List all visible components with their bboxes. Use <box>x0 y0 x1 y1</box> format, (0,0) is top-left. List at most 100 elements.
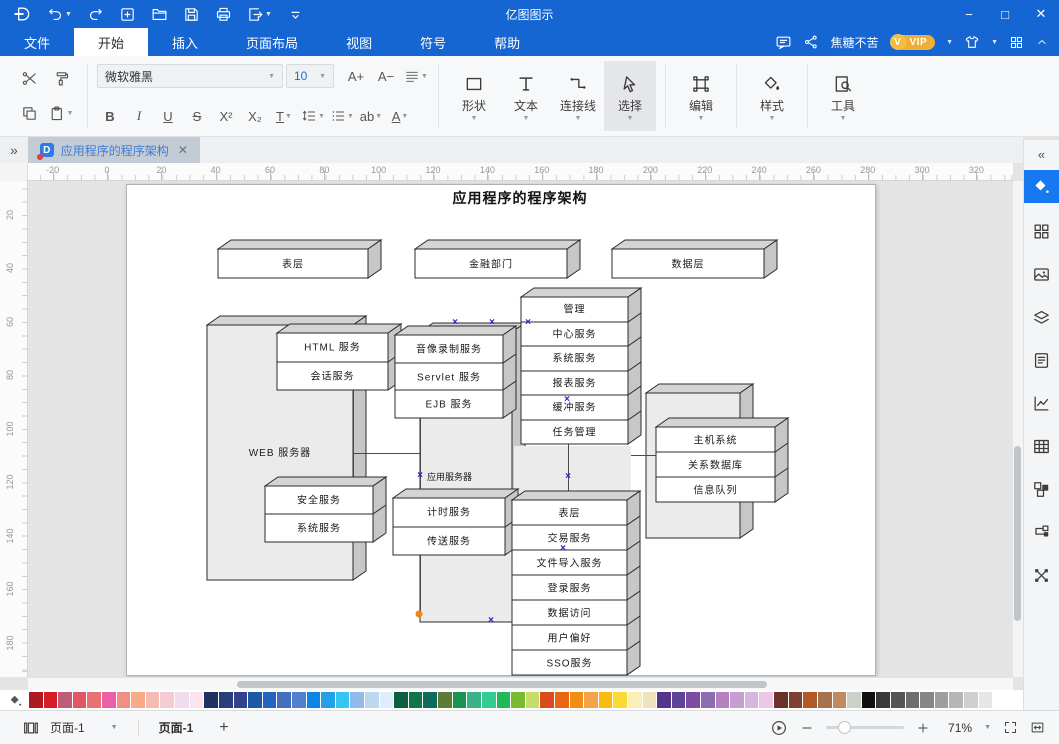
color-swatch[interactable] <box>511 692 525 708</box>
diagram-shape-tier-presentation[interactable]: 表层 <box>217 239 382 279</box>
color-swatch[interactable] <box>277 692 291 708</box>
color-swatch[interactable] <box>920 692 934 708</box>
panel-building-blocks[interactable] <box>1027 474 1057 504</box>
color-swatch[interactable] <box>964 692 978 708</box>
italic-button[interactable]: I <box>126 103 152 129</box>
color-swatch[interactable] <box>526 692 540 708</box>
account-caret-icon[interactable]: ▼ <box>946 39 953 46</box>
pages-panel-icon[interactable] <box>22 719 40 737</box>
color-swatch[interactable] <box>643 692 657 708</box>
tools-tool-button[interactable]: 工具▼ <box>817 61 869 131</box>
panel-symbol-library[interactable] <box>1027 216 1057 246</box>
minus-icon[interactable] <box>800 721 814 735</box>
color-swatch[interactable] <box>570 692 584 708</box>
color-swatch[interactable] <box>219 692 233 708</box>
color-swatch[interactable] <box>438 692 452 708</box>
font-family-select[interactable]: 微软雅黑▼ <box>97 64 283 88</box>
redo-button[interactable] <box>87 6 104 23</box>
color-swatch[interactable] <box>774 692 788 708</box>
font-color-button[interactable]: A▼ <box>387 103 413 129</box>
diagram-shape-timer-stack[interactable]: 计时服务传送服务 <box>392 488 519 556</box>
zoom-out-icon[interactable] <box>800 721 814 735</box>
pages-panel-icon[interactable] <box>22 719 40 737</box>
collapse-ribbon-icon[interactable] <box>1035 35 1049 49</box>
diagram-shape-host-stack[interactable]: 主机系统关系数据库信息队列 <box>655 417 789 503</box>
export-icon[interactable] <box>247 6 264 23</box>
diagram-shape-security-stack[interactable]: 安全服务系统服务 <box>264 476 387 543</box>
style-tool-button[interactable]: 样式▼ <box>746 61 798 131</box>
print-button[interactable] <box>215 6 232 23</box>
color-swatch[interactable] <box>862 692 876 708</box>
color-swatch[interactable] <box>160 692 174 708</box>
select-tool-button[interactable]: 选择▼ <box>604 61 656 131</box>
color-swatch[interactable] <box>745 692 759 708</box>
vertical-scrollbar[interactable] <box>1013 181 1023 677</box>
color-swatch[interactable] <box>833 692 847 708</box>
color-swatch[interactable] <box>409 692 423 708</box>
connector-endpoint-handle[interactable] <box>416 611 423 618</box>
decrease-font-button[interactable]: A− <box>373 63 399 89</box>
open-folder-icon[interactable] <box>151 6 168 23</box>
format-painter-button[interactable] <box>48 66 74 92</box>
diagram-shape-html-stack[interactable]: HTML 服务会话服务 <box>276 323 402 391</box>
fill-color-icon[interactable] <box>8 693 23 708</box>
diagram-shape-portal-stack[interactable]: 表层交易服务文件导入服务登录服务数据访问用户偏好SSO服务 <box>511 490 641 676</box>
color-swatch[interactable] <box>131 692 145 708</box>
color-swatch[interactable] <box>190 692 204 708</box>
fullscreen-icon[interactable] <box>1003 720 1018 735</box>
color-swatch[interactable] <box>993 692 1007 708</box>
color-swatch[interactable] <box>584 692 598 708</box>
horizontal-scrollbar[interactable] <box>28 677 1013 690</box>
color-swatch[interactable] <box>423 692 437 708</box>
color-swatch[interactable] <box>380 692 394 708</box>
diagram-shape-tier-data[interactable]: 数据层 <box>611 239 778 279</box>
apps-grid-icon[interactable] <box>1009 35 1024 50</box>
print-icon[interactable] <box>215 6 232 23</box>
color-swatch[interactable] <box>292 692 306 708</box>
color-swatch[interactable] <box>117 692 131 708</box>
menu-tab-帮助[interactable]: 帮助 <box>470 28 544 56</box>
align-text-button[interactable]: ▼ <box>403 63 429 89</box>
menu-tab-开始[interactable]: 开始 <box>74 28 148 56</box>
color-swatch[interactable] <box>307 692 321 708</box>
shape-tool-button[interactable]: 形状▼ <box>448 61 500 131</box>
page-selector[interactable]: 页面-1▼ <box>50 719 118 736</box>
color-swatch[interactable] <box>58 692 72 708</box>
text-tool-button[interactable]: 文本▼ <box>500 61 552 131</box>
fullscreen-icon[interactable] <box>1003 720 1018 735</box>
panel-connection-nodes[interactable] <box>1027 560 1057 590</box>
color-swatch[interactable] <box>87 692 101 708</box>
scrollbar-thumb[interactable] <box>237 681 767 688</box>
color-swatch[interactable] <box>730 692 744 708</box>
color-swatch[interactable] <box>321 692 335 708</box>
collapse-panel-icon[interactable]: « <box>1038 142 1045 166</box>
vip-badge[interactable]: V VIP <box>890 34 936 50</box>
color-swatch[interactable] <box>350 692 364 708</box>
panel-table[interactable] <box>1027 431 1057 461</box>
theme-caret-icon[interactable]: ▼ <box>991 39 998 46</box>
paste-button[interactable]: ▼ <box>48 101 74 127</box>
share-icon[interactable] <box>803 34 819 50</box>
line-spacing-button[interactable]: ▼ <box>300 103 326 129</box>
undo-button[interactable]: ▼ <box>47 6 72 23</box>
username[interactable]: 焦糖不苦 <box>830 34 878 51</box>
text-style-button[interactable]: T▼ <box>271 103 297 129</box>
presentation-play-icon[interactable] <box>770 719 788 737</box>
strikethrough-button[interactable]: S <box>184 103 210 129</box>
color-swatch[interactable] <box>803 692 817 708</box>
superscript-button[interactable]: X² <box>213 103 239 129</box>
underline-button[interactable]: U <box>155 103 181 129</box>
color-swatch[interactable] <box>263 692 277 708</box>
color-swatch[interactable] <box>935 692 949 708</box>
menu-tab-符号[interactable]: 符号 <box>396 28 470 56</box>
save-icon[interactable] <box>183 6 200 23</box>
color-swatch[interactable] <box>979 692 993 708</box>
open-folder-button[interactable] <box>151 6 168 23</box>
color-swatch[interactable] <box>44 692 58 708</box>
color-swatch[interactable] <box>759 692 773 708</box>
diagram-page-title[interactable]: 应用程序的程序架构 <box>453 188 588 208</box>
color-swatch[interactable] <box>789 692 803 708</box>
color-swatch[interactable] <box>672 692 686 708</box>
comment-icon[interactable] <box>775 34 792 51</box>
copy-button[interactable] <box>16 101 42 127</box>
